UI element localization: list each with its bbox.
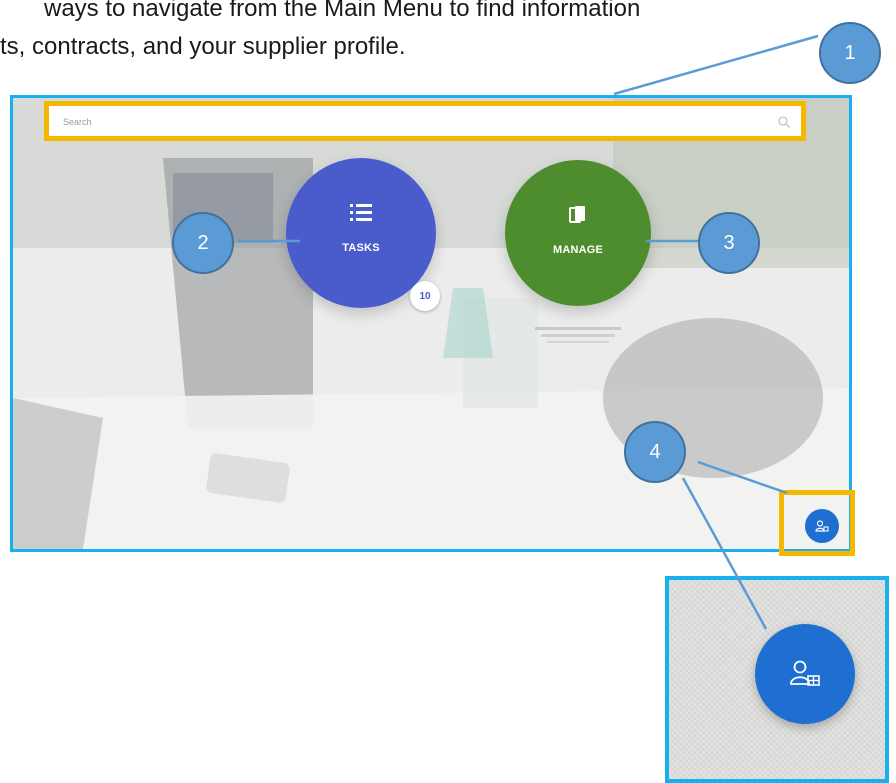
callout-2: 2 xyxy=(172,212,234,274)
tasks-count-badge: 10 xyxy=(410,281,440,311)
manage-label: MANAGE xyxy=(552,244,604,256)
search-placeholder: Search xyxy=(63,117,92,127)
supplier-profile-icon xyxy=(790,660,820,686)
search-icon[interactable] xyxy=(777,115,791,129)
blurred-caption xyxy=(535,327,621,343)
supplier-profile-button-small[interactable] xyxy=(805,509,839,543)
documents-icon xyxy=(569,206,585,223)
callout-3: 3 xyxy=(698,212,760,274)
callout-1: 1 xyxy=(819,22,881,84)
manage-tile[interactable]: MANAGE xyxy=(505,160,651,306)
callout-4: 4 xyxy=(624,421,686,483)
search-bar[interactable]: Search xyxy=(44,101,806,141)
supplier-profile-button[interactable] xyxy=(755,624,855,724)
intro-line-2: ts, contracts, and your supplier profile… xyxy=(0,33,406,60)
main-menu-screen: Search TASKS 10 MANAGE xyxy=(10,95,852,552)
list-icon xyxy=(350,204,372,221)
zoomed-profile-button-view xyxy=(665,576,889,783)
supplier-profile-icon xyxy=(815,520,829,532)
intro-line-1: ways to navigate from the Main Menu to f… xyxy=(44,0,641,22)
office-background-image xyxy=(13,98,849,549)
tasks-label: TASKS xyxy=(342,242,380,254)
